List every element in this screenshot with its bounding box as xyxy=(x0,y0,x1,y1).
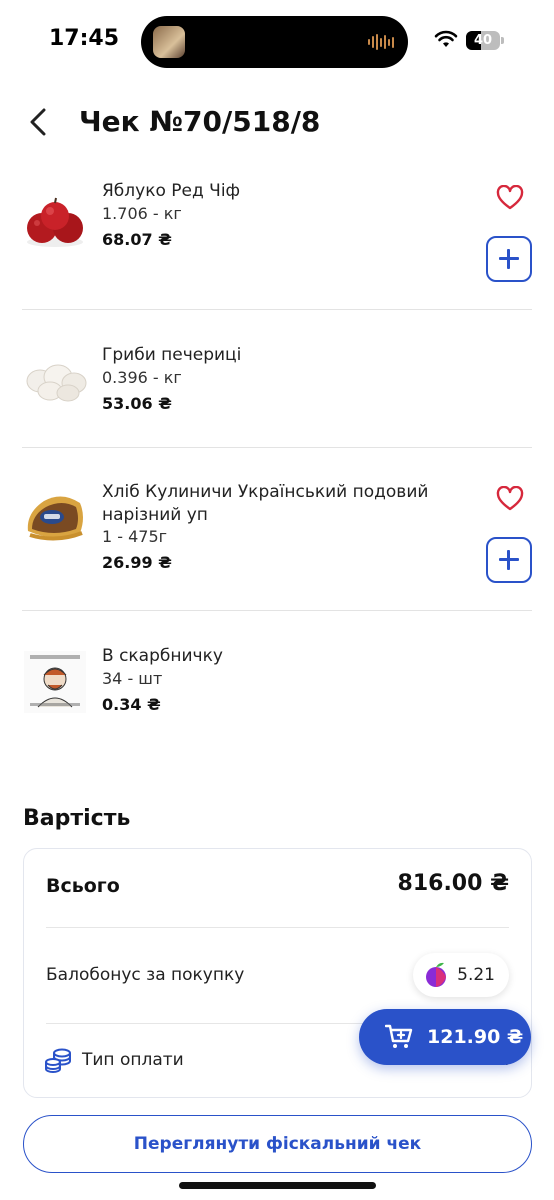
battery-icon: 40 xyxy=(466,31,504,50)
cart-icon xyxy=(385,1024,413,1048)
item-name: В скарбничку xyxy=(102,646,223,666)
back-arrow-icon[interactable] xyxy=(24,105,54,139)
status-bar: 17:45 40 xyxy=(0,0,554,80)
item-name: Хліб Кулиничи Український подовий нарізн… xyxy=(102,482,429,525)
favorite-heart-icon[interactable] xyxy=(496,185,524,211)
add-to-cart-button[interactable] xyxy=(486,236,532,282)
divider xyxy=(22,447,532,448)
item-quantity: 0.396 - кг xyxy=(102,368,182,387)
audio-waveform-icon xyxy=(368,33,394,51)
divider xyxy=(22,610,532,611)
now-playing-artwork xyxy=(153,26,185,58)
piggybank-poster-image xyxy=(24,651,86,713)
view-fiscal-receipt-button[interactable]: Переглянути фіскальний чек xyxy=(23,1115,532,1173)
item-price: 0.34 ₴ xyxy=(102,695,161,714)
divider xyxy=(46,927,509,928)
cart-amount: 121.90 ₴ xyxy=(427,1026,524,1048)
payment-type-label: Тип оплати xyxy=(82,1050,184,1070)
divider xyxy=(22,309,532,310)
receipt-item[interactable]: Гриби печериці 0.396 - кг 53.06 ₴ xyxy=(0,344,554,434)
bonus-value: 5.21 xyxy=(457,965,495,985)
receipt-item[interactable]: Хліб Кулиничи Український подовий нарізн… xyxy=(0,481,554,591)
cart-button[interactable]: 121.90 ₴ xyxy=(359,1009,531,1065)
total-label: Всього xyxy=(46,875,120,897)
item-quantity: 34 - шт xyxy=(102,669,163,688)
status-time: 17:45 xyxy=(49,26,120,51)
bonus-label: Балобонус за покупку xyxy=(46,965,245,985)
item-quantity: 1 - 475г xyxy=(102,527,168,546)
battery-level: 40 xyxy=(473,33,493,48)
cost-section-title: Вартість xyxy=(23,806,131,831)
item-price: 53.06 ₴ xyxy=(102,394,172,413)
bread-image xyxy=(27,496,83,541)
item-quantity: 1.706 - кг xyxy=(102,204,182,223)
dynamic-island[interactable] xyxy=(141,16,408,68)
wifi-icon xyxy=(434,30,458,47)
red-apples-image xyxy=(27,197,83,247)
item-name: Гриби печериці xyxy=(102,345,242,365)
receipt-item[interactable]: В скарбничку 34 - шт 0.34 ₴ xyxy=(0,645,554,735)
bonus-badge: 5.21 xyxy=(413,953,509,997)
page-title: Чек №70/518/8 xyxy=(79,105,321,138)
plum-icon xyxy=(426,962,447,987)
item-price: 26.99 ₴ xyxy=(102,553,172,572)
receipt-item[interactable]: Яблуко Ред Чіф 1.706 - кг 68.07 ₴ xyxy=(0,180,554,290)
mushrooms-image xyxy=(26,364,87,402)
total-value: 816.00 ₴ xyxy=(397,871,509,896)
item-name: Яблуко Ред Чіф xyxy=(102,181,241,201)
coins-icon xyxy=(45,1048,71,1073)
add-to-cart-button[interactable] xyxy=(486,537,532,583)
item-price: 68.07 ₴ xyxy=(102,230,172,249)
favorite-heart-icon[interactable] xyxy=(496,486,524,512)
home-indicator[interactable] xyxy=(179,1182,376,1189)
page-header: Чек №70/518/8 xyxy=(0,95,554,150)
